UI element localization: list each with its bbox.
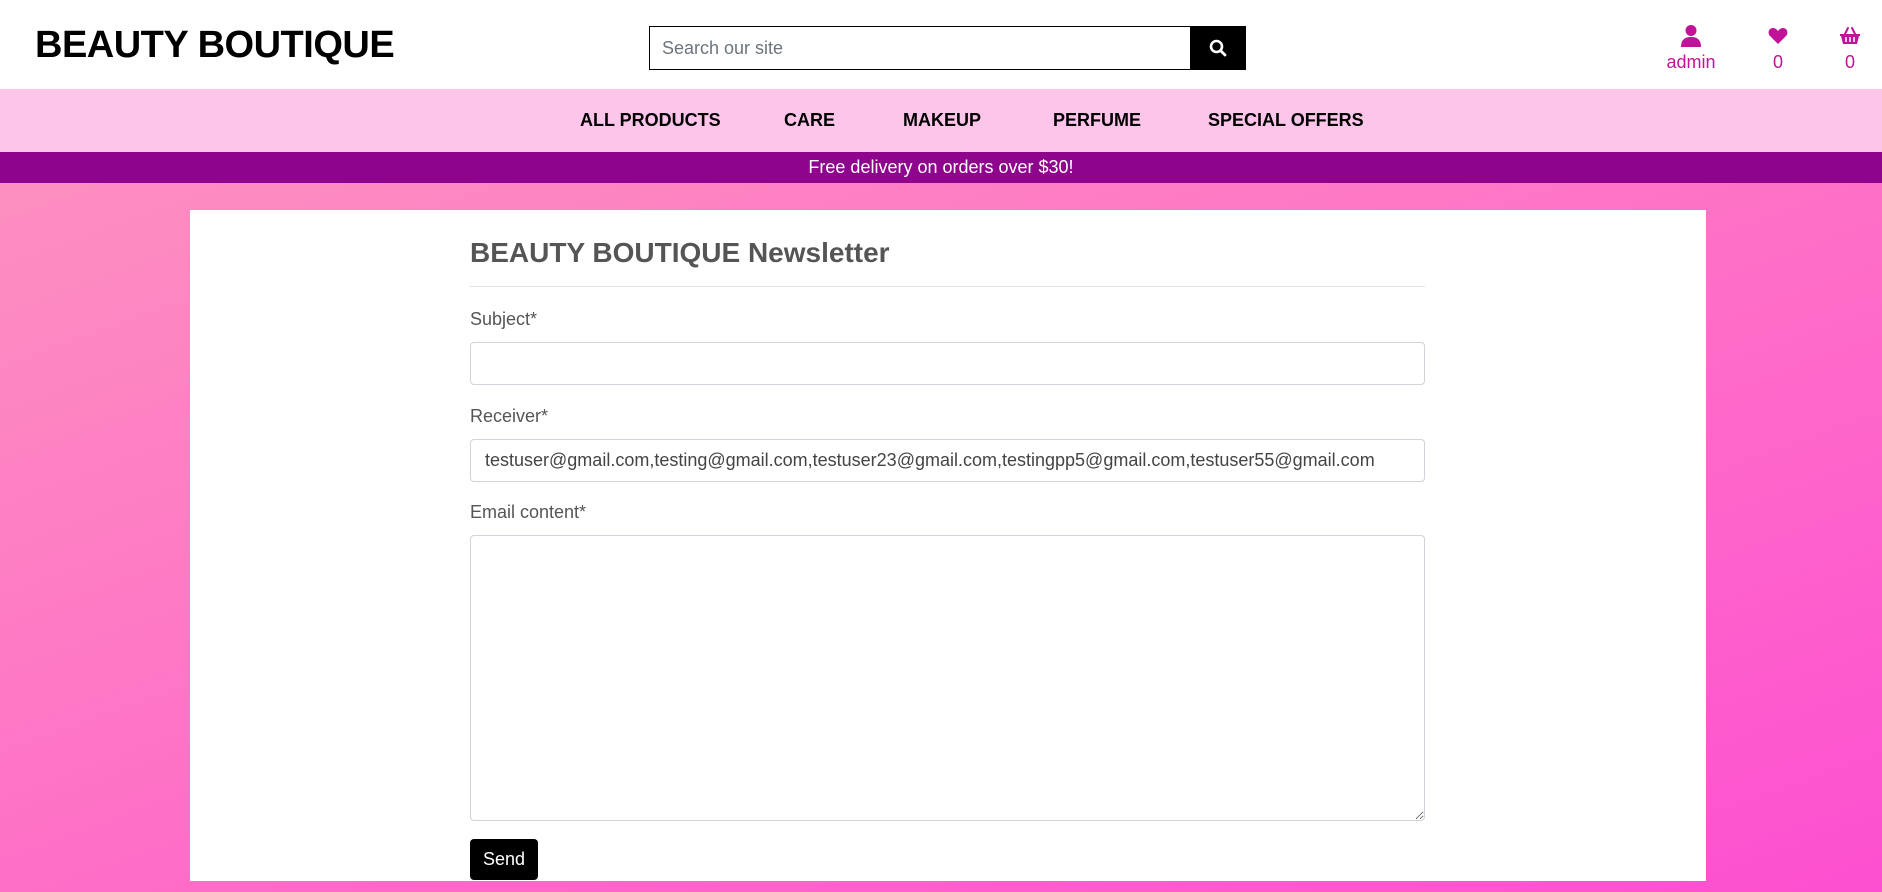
nav-item-special-offers[interactable]: SPECIAL OFFERS [1208,110,1364,131]
subject-input[interactable] [470,342,1425,385]
nav-item-perfume[interactable]: PERFUME [1053,110,1141,131]
receiver-input[interactable] [470,439,1425,482]
nav-item-makeup[interactable]: MAKEUP [903,110,981,131]
wishlist-link[interactable]: 0 [1764,24,1792,73]
email-content-label: Email content* [470,502,587,522]
search-input[interactable] [649,26,1190,70]
account-link[interactable]: admin [1666,24,1716,73]
heart-icon [1768,24,1788,48]
brand-logo[interactable]: BEAUTY BOUTIQUE [35,24,395,67]
basket-icon [1839,24,1861,48]
site-header: BEAUTY BOUTIQUE admin 0 [0,0,1882,89]
nav-item-care[interactable]: CARE [784,110,835,131]
subject-label: Subject* [470,309,538,329]
account-label: admin [1666,52,1716,72]
user-icon [1680,24,1702,48]
search-button[interactable] [1190,26,1246,70]
basket-link[interactable]: 0 [1836,24,1864,73]
basket-count: 0 [1844,52,1855,72]
send-button[interactable]: Send [470,839,538,880]
email-content-textarea[interactable] [470,535,1425,821]
nav-item-all-products[interactable]: ALL PRODUCTS [580,110,721,131]
wishlist-count: 0 [1772,52,1783,72]
search-icon [1209,39,1227,57]
receiver-label: Receiver* [470,406,549,426]
delivery-banner: Free delivery on orders over $30! [0,152,1882,183]
title-divider [470,286,1425,287]
search-form [649,26,1246,70]
main-nav: ALL PRODUCTS CARE MAKEUP PERFUME SPECIAL… [0,89,1882,152]
page-title: BEAUTY BOUTIQUE Newsletter [470,237,890,268]
